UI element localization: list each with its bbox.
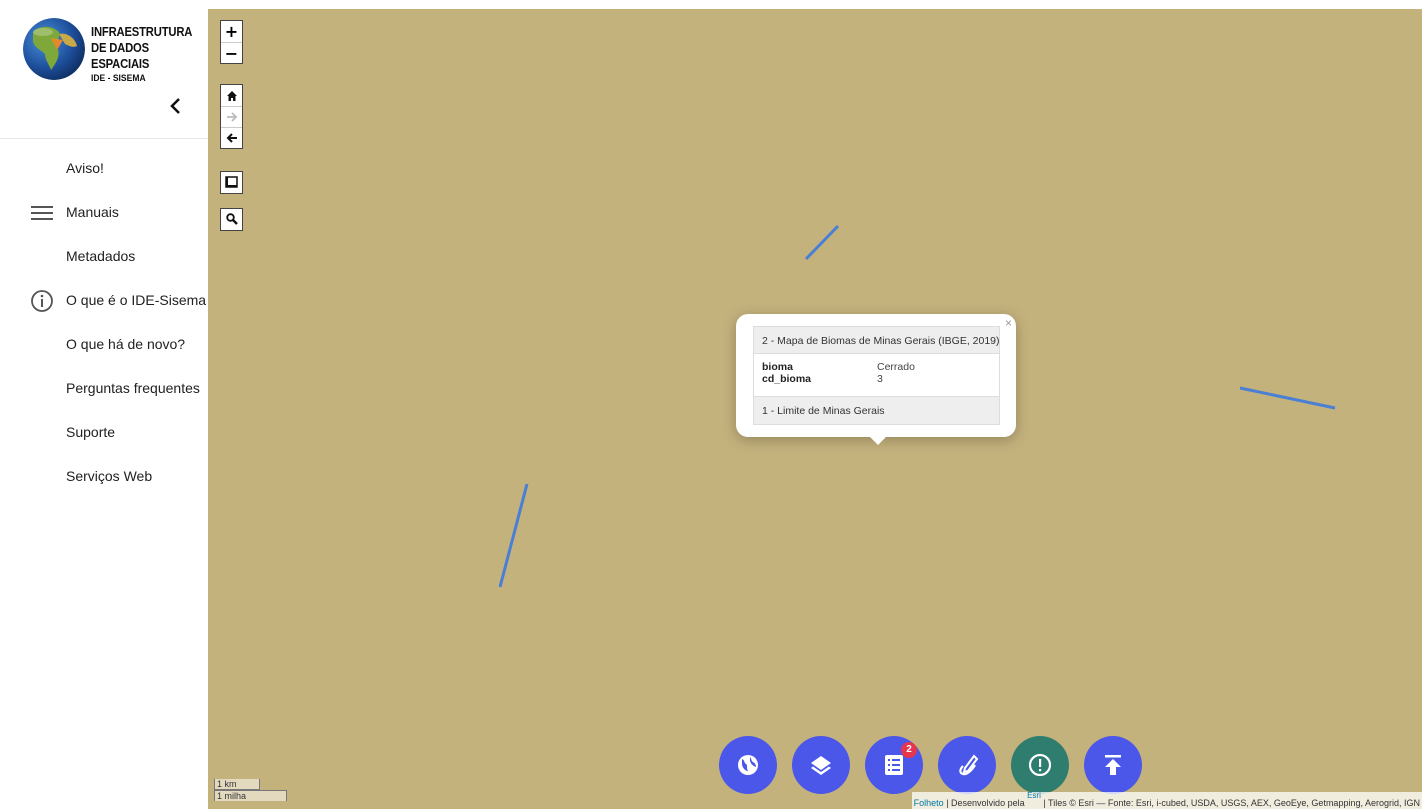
- menu-item-novidades[interactable]: O que há de novo?: [0, 330, 208, 360]
- map-top-strip: [208, 0, 1422, 9]
- popup-attributes: bioma Cerrado cd_bioma 3: [754, 354, 999, 396]
- scale-bar: 1 km 1 milha: [214, 779, 287, 801]
- chevron-left-icon: [170, 98, 180, 114]
- leaflet-link[interactable]: Folheto: [914, 798, 944, 808]
- search-control: [220, 208, 243, 231]
- popup-content: 2 - Mapa de Biomas de Minas Gerais (IBGE…: [753, 326, 1000, 425]
- divider: [0, 138, 208, 139]
- collapse-sidebar-button[interactable]: [166, 95, 186, 117]
- attribution: Folheto | Desenvolvido pela Esri | Tiles…: [911, 791, 1422, 809]
- box-zoom-control: [220, 171, 243, 194]
- layers-icon: [811, 756, 831, 775]
- notification-badge: 2: [901, 742, 917, 758]
- globe-icon: [738, 755, 758, 775]
- zoom-out-button[interactable]: −: [221, 42, 242, 63]
- menu-item-manuais[interactable]: Manuais: [0, 198, 208, 228]
- legend-list-button[interactable]: 2: [865, 736, 923, 794]
- menu-item-aviso[interactable]: Aviso!: [0, 154, 208, 184]
- menu-item-suporte[interactable]: Suporte: [0, 418, 208, 448]
- globe-logo: [23, 18, 85, 80]
- upload-button[interactable]: [1084, 736, 1142, 794]
- menu-item-label: O que é o IDE-Sisema: [66, 292, 207, 308]
- brand-title: INFRAESTRUTURA DE DADOS ESPACIAIS IDE - …: [91, 24, 208, 86]
- draw-button[interactable]: [938, 736, 996, 794]
- arrow-left-icon: [226, 133, 237, 143]
- zoom-in-button[interactable]: +: [221, 21, 242, 42]
- boundary-line: [1239, 386, 1336, 410]
- menu-item-label: Manuais: [66, 204, 119, 220]
- history-control: [220, 84, 243, 149]
- menu-item-label: Perguntas frequentes: [66, 380, 200, 396]
- alert-button[interactable]: [1011, 736, 1069, 794]
- menu-item-o-que-e[interactable]: O que é o IDE-Sisema: [0, 286, 208, 316]
- popup-layer-title[interactable]: 2 - Mapa de Biomas de Minas Gerais (IBGE…: [754, 327, 1000, 354]
- menu-item-label: Serviços Web: [66, 468, 153, 484]
- menu-item-label: Metadados: [66, 248, 136, 264]
- home-button[interactable]: [221, 85, 242, 106]
- popup-other-layer[interactable]: 1 - Limite de Minas Gerais: [754, 396, 999, 424]
- box-zoom-button[interactable]: [221, 172, 242, 193]
- sidebar: INFRAESTRUTURA DE DADOS ESPACIAIS IDE - …: [0, 0, 208, 809]
- draw-icon: [959, 754, 979, 776]
- attribute-key: cd_bioma: [762, 373, 812, 385]
- attribute-row: cd_bioma 3: [762, 373, 999, 385]
- scale-imperial: 1 milha: [214, 790, 287, 801]
- basemap-button[interactable]: [719, 736, 777, 794]
- back-button[interactable]: [221, 127, 242, 148]
- zoom-control: + −: [220, 20, 243, 64]
- attribute-key: bioma: [762, 361, 793, 373]
- home-icon: [226, 91, 237, 101]
- attribute-row: bioma Cerrado: [762, 361, 999, 373]
- brand-line-3: IDE - SISEMA: [91, 73, 146, 84]
- popup-close-button[interactable]: ×: [1005, 316, 1012, 330]
- menu-item-servicos-web[interactable]: Serviços Web: [0, 462, 208, 492]
- list-icon: [885, 755, 903, 775]
- arrow-right-icon: [226, 112, 237, 122]
- menu-item-metadados[interactable]: Metadados: [0, 242, 208, 272]
- attribute-value: Cerrado: [877, 361, 915, 373]
- feature-info-popup: × 2 - Mapa de Biomas de Minas Gerais (IB…: [736, 314, 1016, 445]
- menu-item-label: O que há de novo?: [66, 336, 186, 352]
- attribution-tiles: | Tiles © Esri — Fonte: Esri, i-cubed, U…: [1040, 798, 1420, 808]
- attribution-developed: | Desenvolvido pela: [943, 798, 1028, 808]
- info-icon: [30, 289, 54, 313]
- hamburger-icon: [30, 201, 54, 225]
- esri-link[interactable]: Esri: [1027, 791, 1041, 800]
- search-button[interactable]: [221, 209, 242, 230]
- boundary-line: [498, 483, 529, 588]
- forward-button[interactable]: [221, 106, 242, 127]
- box-select-icon: [225, 176, 238, 188]
- brand-line-2: DE DADOS ESPACIAIS: [91, 41, 150, 71]
- scale-metric: 1 km: [214, 779, 260, 790]
- menu-item-perguntas[interactable]: Perguntas frequentes: [0, 374, 208, 404]
- map-canvas[interactable]: + − × 2 - Mapa de Biomas de Minas Gerais…: [208, 9, 1422, 809]
- brand-line-1: INFRAESTRUTURA: [91, 25, 193, 39]
- attribute-value: 3: [877, 373, 883, 385]
- menu-item-label: Suporte: [66, 424, 116, 440]
- menu-item-label: Aviso!: [66, 160, 104, 176]
- search-icon: [225, 213, 238, 225]
- layers-button[interactable]: [792, 736, 850, 794]
- popup-tip: [869, 436, 887, 445]
- alert-icon: [1028, 753, 1052, 777]
- upload-icon: [1105, 755, 1121, 775]
- boundary-line: [804, 224, 840, 261]
